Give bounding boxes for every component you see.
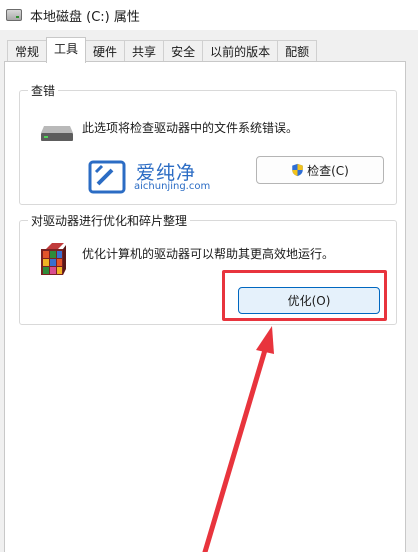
optimize-button-label: 优化(O) (287, 294, 331, 308)
drive-icon (6, 9, 22, 21)
optimize-button[interactable]: 优化(O) (238, 287, 380, 314)
optimize-title: 对驱动器进行优化和碎片整理 (28, 212, 191, 229)
uac-shield-icon (292, 163, 303, 177)
error-checking-title: 查错 (28, 82, 59, 99)
title-bar: 本地磁盘 (C:) 属性 (0, 0, 418, 30)
check-button-label: 检查(C) (307, 163, 349, 178)
optimize-group: 对驱动器进行优化和碎片整理 优化计算机的驱动器可以帮助其更高效地运行。 优化(O… (19, 212, 397, 325)
tab-quota[interactable]: 配额 (277, 40, 318, 63)
error-checking-group: 查错 此选项将检查驱动器中的文件系统错误。 检查(C) (19, 82, 397, 205)
window-title: 本地磁盘 (C:) 属性 (30, 9, 140, 25)
tab-strip: 常规 工具 硬件 共享 安全 以前的版本 配额 (7, 37, 318, 63)
defrag-icon (41, 243, 66, 275)
tab-security[interactable]: 安全 (163, 40, 204, 63)
hard-drive-icon (41, 126, 73, 141)
tab-general[interactable]: 常规 (7, 40, 48, 63)
tab-sharing[interactable]: 共享 (124, 40, 165, 63)
error-checking-description: 此选项将检查驱动器中的文件系统错误。 (82, 121, 299, 135)
check-button[interactable]: 检查(C) (256, 156, 384, 184)
optimize-description: 优化计算机的驱动器可以帮助其更高效地运行。 (82, 247, 335, 261)
tab-previous-versions[interactable]: 以前的版本 (202, 40, 279, 63)
tab-tools[interactable]: 工具 (46, 37, 87, 63)
tab-hardware[interactable]: 硬件 (85, 40, 126, 63)
tools-panel: 查错 此选项将检查驱动器中的文件系统错误。 检查(C) 对驱动器进行优化和碎片整… (4, 61, 406, 552)
